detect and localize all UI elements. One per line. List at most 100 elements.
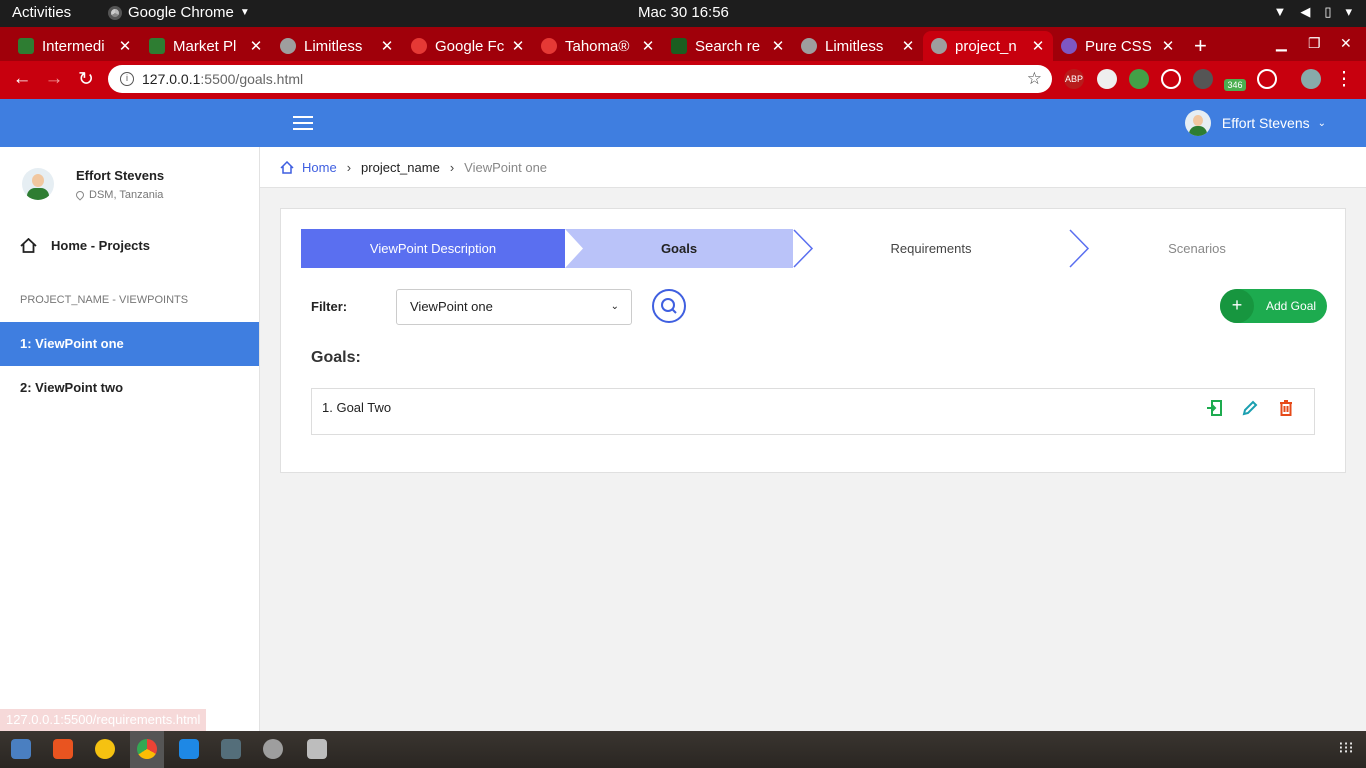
filter-label: Filter: [311, 299, 348, 314]
tab-favicon-icon [1061, 38, 1077, 54]
user-menu[interactable]: Effort Stevens ⌄ [1184, 110, 1326, 136]
download-icon[interactable] [1193, 69, 1213, 89]
bookmark-star-icon[interactable]: ☆ [1027, 69, 1042, 89]
close-icon[interactable]: ✕ [118, 37, 132, 55]
sidebar: Effort Stevens DSM, Tanzania Home - Proj… [0, 147, 260, 731]
hamburger-menu-icon[interactable] [293, 116, 313, 130]
address-bar[interactable]: i 127.0.0.1:5500/goals.html ☆ [108, 65, 1052, 93]
close-icon[interactable]: ✕ [901, 37, 915, 55]
step-requirements[interactable]: Requirements [809, 229, 1053, 268]
forward-icon[interactable]: → [42, 68, 66, 90]
tab-title: Limitless [825, 37, 884, 55]
browser-tab-active[interactable]: project_n ✕ [923, 31, 1053, 61]
goals-card: ViewPoint Description Goals Requirements… [280, 208, 1346, 473]
add-goal-label: Add Goal [1266, 299, 1317, 313]
download-extension-icon[interactable] [1129, 69, 1149, 89]
viewpoint-filter-select[interactable]: ViewPoint one ⌄ [396, 289, 632, 325]
sidebar-item-label: Home - Projects [51, 238, 150, 253]
browser-tab[interactable]: Tahoma® ✕ [533, 31, 663, 61]
menu-dots-icon[interactable]: ⋮ [1332, 68, 1356, 91]
target-extension-icon[interactable] [1257, 69, 1277, 89]
minimize-icon[interactable]: ▁ [1276, 35, 1287, 52]
music-player-icon[interactable] [95, 739, 115, 759]
site-info-icon[interactable]: i [120, 72, 134, 86]
plus-icon: + [1220, 289, 1254, 323]
software-store-icon[interactable] [53, 739, 73, 759]
breadcrumb-home-label: Home [302, 159, 337, 175]
breadcrumb-project[interactable]: project_name [361, 160, 440, 175]
profile-avatar[interactable] [1301, 69, 1321, 89]
maximize-icon[interactable]: ❐ [1308, 35, 1321, 52]
tab-favicon-icon [541, 38, 557, 54]
extension-icon[interactable] [1097, 69, 1117, 89]
chrome-icon[interactable] [137, 739, 157, 759]
back-icon[interactable]: ← [10, 68, 34, 90]
close-icon[interactable]: ✕ [511, 37, 525, 55]
screenshot-icon[interactable] [221, 739, 241, 759]
clock[interactable]: Mac 30 16:56 [638, 4, 729, 21]
browser-tab[interactable]: Search re ✕ [663, 31, 793, 61]
globe-icon [931, 38, 947, 54]
sidebar-section-label: PROJECT_NAME - VIEWPOINTS [20, 294, 189, 306]
browser-tab[interactable]: Limitless ✕ [272, 31, 402, 61]
edit-icon[interactable] [1241, 399, 1259, 417]
close-icon[interactable]: ✕ [641, 37, 655, 55]
sidebar-item-viewpoint-two[interactable]: 2: ViewPoint two [0, 366, 259, 410]
chevron-down-icon: ⌄ [1317, 117, 1326, 129]
step-scenarios[interactable]: Scenarios [1091, 229, 1303, 268]
usb-drive-icon[interactable] [307, 739, 327, 759]
disk-icon[interactable] [263, 739, 283, 759]
show-apps-icon[interactable]: ⁝⁝⁝ [1336, 739, 1356, 759]
app-menu[interactable]: Google Chrome ▼ [108, 4, 250, 21]
tab-favicon-icon [18, 38, 34, 54]
tab-title: Limitless [304, 37, 363, 55]
progress-steps: ViewPoint Description Goals Requirements… [301, 229, 1327, 268]
chrome-icon [108, 5, 122, 20]
profile-location: DSM, Tanzania [74, 189, 164, 201]
close-icon[interactable]: ✕ [380, 37, 394, 55]
extension-badge[interactable]: 346 [1224, 79, 1246, 91]
user-name: Effort Stevens [1221, 115, 1310, 131]
browser-tab[interactable]: Google Fc ✕ [403, 31, 533, 61]
tab-title: Search re [695, 37, 761, 55]
avatar [22, 168, 54, 200]
breadcrumb-separator: › [449, 159, 455, 175]
open-goal-icon[interactable] [1205, 399, 1223, 417]
react-devtools-icon[interactable] [1161, 69, 1181, 89]
close-icon[interactable]: ✕ [771, 37, 785, 55]
select-value: ViewPoint one [410, 299, 493, 314]
step-viewpoint-description[interactable]: ViewPoint Description [301, 229, 565, 268]
location-text: DSM, Tanzania [89, 189, 164, 201]
close-window-icon[interactable]: ✕ [1340, 35, 1352, 52]
reload-icon[interactable]: ↻ [74, 68, 98, 91]
tab-title: Google Fc [435, 37, 505, 55]
tab-favicon-icon [149, 38, 165, 54]
breadcrumb: Home › project_name › ViewPoint one [260, 147, 1366, 188]
sidebar-item-home-projects[interactable]: Home - Projects [20, 238, 150, 253]
breadcrumb-home-link[interactable]: Home [280, 160, 337, 175]
browser-tab[interactable]: Limitless ✕ [793, 31, 923, 61]
vscode-icon[interactable] [179, 739, 199, 759]
activities-button[interactable]: Activities [12, 4, 71, 21]
files-icon[interactable] [11, 739, 31, 759]
new-tab-button[interactable]: + [1194, 33, 1207, 59]
breadcrumb-current: ViewPoint one [464, 159, 548, 175]
battery-icon: ▯ [1324, 4, 1332, 19]
adblock-extension-icon[interactable]: ABP [1064, 69, 1084, 89]
browser-tab[interactable]: Pure CSS ✕ [1053, 31, 1183, 61]
sidebar-item-viewpoint-one[interactable]: 1: ViewPoint one [0, 322, 259, 366]
step-goals[interactable]: Goals [565, 229, 793, 268]
browser-tab[interactable]: Intermedi ✕ [10, 31, 140, 61]
system-top-bar: Activities Google Chrome ▼ Mac 30 16:56 … [0, 0, 1366, 27]
browser-tab[interactable]: Market Pl ✕ [141, 31, 271, 61]
system-tray[interactable]: ▼ ◀ ▯ ▾ [1273, 4, 1352, 20]
add-goal-button[interactable]: + Add Goal [1220, 289, 1327, 323]
close-icon[interactable]: ✕ [1161, 37, 1175, 55]
goals-heading: Goals: [311, 349, 361, 366]
delete-icon[interactable] [1277, 399, 1295, 417]
close-icon[interactable]: ✕ [1031, 37, 1045, 55]
search-button[interactable] [652, 289, 686, 323]
location-pin-icon [74, 189, 86, 201]
close-icon[interactable]: ✕ [249, 37, 263, 55]
avatar [1184, 110, 1211, 136]
